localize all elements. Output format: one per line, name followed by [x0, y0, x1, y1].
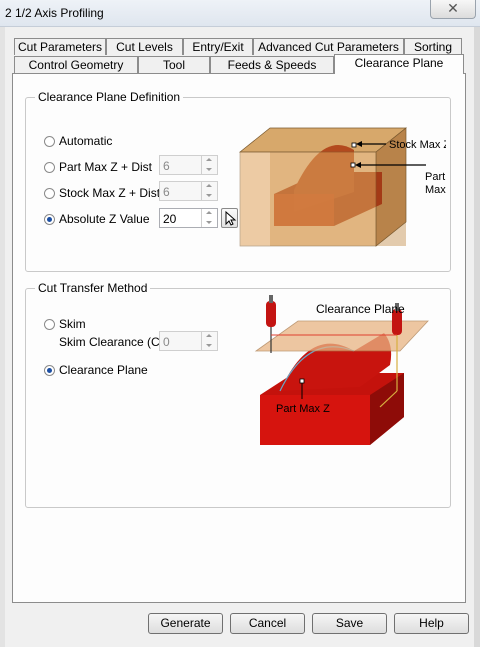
spin-up-button[interactable]	[201, 156, 217, 165]
tab-label: Sorting	[413, 40, 453, 54]
generate-button[interactable]: Generate	[148, 613, 223, 634]
tool-left-shank	[269, 295, 273, 303]
button-label: Save	[335, 616, 364, 630]
window-left-border	[0, 27, 5, 647]
spin-up-button[interactable]	[201, 332, 217, 341]
button-label: Cancel	[248, 616, 287, 630]
stock-part-diagram: Stock Max Z Part Max Z	[239, 127, 446, 247]
skim-clearance-field[interactable]: 0	[159, 331, 218, 351]
part-max-z-marker	[350, 162, 356, 168]
part-max-z-marker	[299, 378, 305, 384]
stock-max-z-marker	[351, 142, 357, 148]
clearance-plane-diagram-label: Clearance Plane	[316, 302, 405, 316]
save-button[interactable]: Save	[312, 613, 387, 634]
tab-cut-parameters[interactable]: Cut Parameters	[14, 38, 106, 55]
spin-down-button[interactable]	[201, 165, 217, 174]
absolute-z-value-label: Absolute Z Value	[59, 212, 150, 226]
automatic-label: Automatic	[59, 134, 113, 148]
tab-advanced-cut-parameters[interactable]: Advanced Cut Parameters	[253, 38, 404, 55]
clearance-plane-label: Clearance Plane	[59, 363, 148, 377]
skim-label: Skim	[59, 317, 86, 331]
tab-entry-exit[interactable]: Entry/Exit	[183, 38, 253, 55]
tab-page-clearance-plane: Clearance Plane Definition Automatic Par…	[12, 73, 466, 603]
field-value: 6	[163, 159, 170, 173]
stock-max-z-label: Stock Max Z	[389, 139, 446, 151]
skim-clearance-label: Skim Clearance (C)	[59, 335, 164, 349]
help-button[interactable]: Help	[394, 613, 469, 634]
clearance-plane-diagram: Clearance Plane Part Max Z	[254, 295, 429, 445]
button-label: Generate	[160, 616, 211, 630]
cut-transfer-method-group: Cut Transfer Method Skim Skim Clearance …	[25, 281, 451, 508]
button-label: Help	[419, 616, 444, 630]
part-max-z-diagram-label: Part Max Z	[276, 403, 330, 415]
close-button[interactable]: ✕	[430, 0, 476, 19]
radio-skim[interactable]	[44, 319, 55, 330]
tab-clearance-plane[interactable]: Clearance Plane	[334, 54, 464, 74]
spin-down-button[interactable]	[201, 341, 217, 350]
part-max-z-dist-label: Part Max Z + Dist	[59, 160, 153, 174]
spin-up-button[interactable]	[201, 209, 217, 218]
tab-label: Control Geometry	[28, 58, 124, 72]
part-max-z-dist-field[interactable]: 6	[159, 155, 218, 175]
field-value: 6	[163, 185, 170, 199]
tool-left	[266, 301, 276, 327]
part-max-z-label-line1: Part	[425, 171, 445, 183]
window-title: 2 1/2 Axis Profiling	[5, 6, 104, 20]
window-right-border	[474, 27, 480, 647]
absolute-z-value-field[interactable]: 20	[159, 208, 218, 228]
tab-label: Cut Levels	[116, 40, 173, 54]
tab-label: Cut Parameters	[17, 40, 103, 54]
tab-control-geometry[interactable]: Control Geometry	[14, 56, 138, 73]
field-value: 20	[163, 212, 177, 226]
tab-label: Tool	[162, 58, 185, 72]
clearance-plane-surface	[254, 320, 429, 352]
radio-absolute-z-value[interactable]	[44, 214, 55, 225]
cancel-button[interactable]: Cancel	[230, 613, 305, 634]
tab-label: Advanced Cut Parameters	[258, 40, 399, 54]
tab-feeds-speeds[interactable]: Feeds & Speeds	[210, 56, 334, 73]
close-icon: ✕	[447, 0, 459, 16]
stock-max-z-dist-label: Stock Max Z + Dist	[59, 186, 161, 200]
part-max-z-label-line2: Max Z	[425, 184, 446, 196]
group-title: Cut Transfer Method	[35, 281, 151, 295]
tab-label: Clearance Plane	[354, 56, 444, 70]
spin-down-button[interactable]	[201, 191, 217, 200]
tab-label: Entry/Exit	[192, 40, 244, 54]
radio-clearance-plane[interactable]	[44, 365, 55, 376]
group-title: Clearance Plane Definition	[35, 90, 184, 104]
clearance-plane-definition-group: Clearance Plane Definition Automatic Par…	[25, 90, 451, 272]
tab-tool[interactable]: Tool	[138, 56, 210, 73]
tab-label: Feeds & Speeds	[227, 58, 317, 72]
stock-box-front	[239, 151, 377, 247]
tab-sorting[interactable]: Sorting	[404, 38, 462, 55]
radio-stock-max-z-dist[interactable]	[44, 188, 55, 199]
stock-max-z-dist-field[interactable]: 6	[159, 181, 218, 201]
radio-automatic[interactable]	[44, 136, 55, 147]
field-value: 0	[163, 335, 170, 349]
tab-cut-levels[interactable]: Cut Levels	[106, 38, 183, 55]
spin-down-button[interactable]	[201, 218, 217, 227]
title-bar: 2 1/2 Axis Profiling ✕	[0, 0, 480, 27]
spin-up-button[interactable]	[201, 182, 217, 191]
radio-part-max-z-dist[interactable]	[44, 162, 55, 173]
